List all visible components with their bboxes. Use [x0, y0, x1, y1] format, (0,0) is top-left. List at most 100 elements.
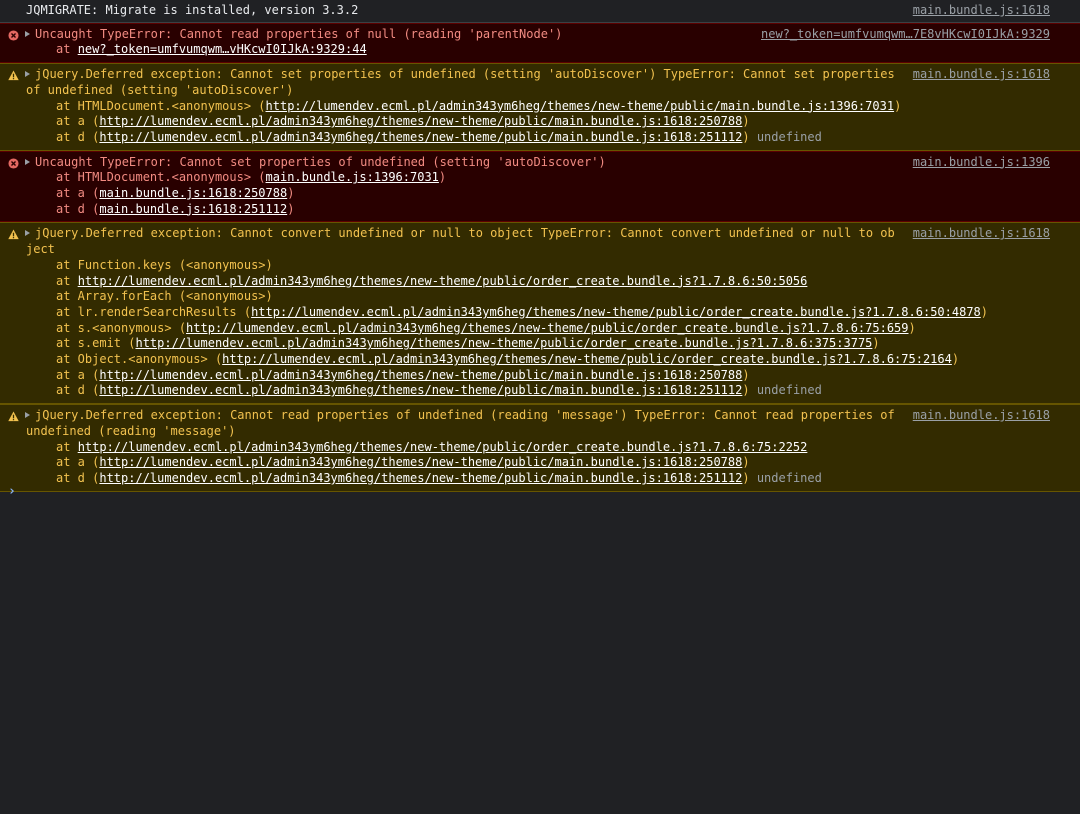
stack-frame-link[interactable]: http://lumendev.ecml.pl/admin343ym6heg/t…	[99, 383, 742, 397]
stack-frame: at http://lumendev.ecml.pl/admin343ym6he…	[26, 440, 1050, 456]
source-link[interactable]: main.bundle.js:1618	[906, 226, 1050, 243]
message-text[interactable]: jQuery.Deferred exception: Cannot conver…	[25, 226, 1050, 257]
stack-frame-suffix: )	[872, 336, 880, 351]
stack-frame-link[interactable]: http://lumendev.ecml.pl/admin343ym6heg/t…	[78, 274, 808, 288]
stack-frame-caller: at d (	[56, 383, 100, 398]
console-message-warn: main.bundle.js:1618 jQuery.Deferred excep…	[0, 222, 1080, 405]
stack-frame-link[interactable]: new?_token=umfvumqwm…vHKcwI0IJkA:9329:44	[78, 42, 367, 56]
stack-frame-link[interactable]: main.bundle.js:1618:250788	[99, 186, 287, 200]
error-circle-icon	[8, 30, 19, 41]
message-text-content: JQMIGRATE: Migrate is installed, version…	[26, 3, 359, 17]
stack-frame-caller: at Function.keys (<anonymous>)	[56, 257, 273, 272]
stack-frame-suffix: )	[908, 320, 916, 335]
stack-frame-link[interactable]: http://lumendev.ecml.pl/admin343ym6heg/t…	[99, 368, 742, 382]
console-message-warn: main.bundle.js:1618 jQuery.Deferred excep…	[0, 63, 1080, 151]
stack-frame-caller: at HTMLDocument.<anonymous> (	[56, 98, 266, 113]
stack-frame-suffix: )	[894, 98, 902, 113]
stack-frame-suffix: )	[287, 201, 295, 216]
stack-frame-caller: at	[56, 273, 78, 288]
message-text-content: jQuery.Deferred exception: Cannot conver…	[26, 226, 895, 257]
stack-frame-link[interactable]: http://lumendev.ecml.pl/admin343ym6heg/t…	[78, 440, 808, 454]
expand-triangle-icon[interactable]	[25, 71, 30, 78]
stack-frame-link[interactable]: http://lumendev.ecml.pl/admin343ym6heg/t…	[99, 471, 742, 485]
message-text: JQMIGRATE: Migrate is installed, version…	[26, 3, 1050, 19]
stack-frame-suffix: )	[980, 304, 988, 319]
console-message-log: main.bundle.js:1618 JQMIGRATE: Migrate is…	[0, 0, 1080, 23]
stack-frame-caller: at	[56, 42, 78, 57]
expand-triangle-icon[interactable]	[25, 412, 30, 419]
stack-frame-caller: at lr.renderSearchResults (	[56, 304, 252, 319]
warning-triangle-icon	[8, 411, 19, 422]
expand-triangle-icon[interactable]	[25, 30, 30, 37]
source-link[interactable]: main.bundle.js:1618	[906, 408, 1050, 424]
stack-frame-caller: at d (	[56, 129, 100, 144]
stack-frame-link[interactable]: http://lumendev.ecml.pl/admin343ym6heg/t…	[99, 130, 742, 144]
stack-frame-link[interactable]: http://lumendev.ecml.pl/admin343ym6heg/t…	[99, 455, 742, 469]
expand-triangle-icon[interactable]	[25, 230, 30, 237]
stack-frame: at HTMLDocument.<anonymous> (http://lume…	[26, 99, 1050, 115]
stack-frame-suffix: )	[742, 367, 750, 382]
stack-frame-link[interactable]: http://lumendev.ecml.pl/admin343ym6heg/t…	[186, 321, 908, 335]
source-link[interactable]: new?_token=umfvumqwm…7E8vHKcwI0IJkA:9329	[755, 26, 1050, 43]
console-prompt[interactable]: ›	[8, 484, 16, 500]
stack-frame: at Object.<anonymous> (http://lumendev.e…	[26, 352, 1050, 368]
stack-frame-link[interactable]: http://lumendev.ecml.pl/admin343ym6heg/t…	[135, 336, 872, 350]
stack-frame-suffix: )	[742, 129, 750, 144]
message-text[interactable]: jQuery.Deferred exception: Cannot set pr…	[25, 67, 1050, 98]
message-text-content: jQuery.Deferred exception: Cannot set pr…	[26, 67, 902, 97]
message-text-content: Uncaught TypeError: Cannot set propertie…	[35, 154, 606, 169]
return-value-undefined: undefined	[756, 383, 822, 398]
stack-frame-link[interactable]: http://lumendev.ecml.pl/admin343ym6heg/t…	[251, 305, 981, 319]
stack-frame: at a (http://lumendev.ecml.pl/admin343ym…	[26, 368, 1050, 384]
stack-frame: at lr.renderSearchResults (http://lumend…	[26, 305, 1050, 321]
console-message-warn: main.bundle.js:1618 jQuery.Deferred excep…	[0, 404, 1080, 492]
stack-frame-caller: at a (	[56, 114, 100, 129]
stack-frame: at a (main.bundle.js:1618:250788)	[26, 186, 1050, 202]
stack-frame-caller: at HTMLDocument.<anonymous> (	[56, 170, 266, 185]
source-link[interactable]: main.bundle.js:1618	[906, 67, 1050, 83]
warning-triangle-icon	[8, 229, 19, 240]
expand-triangle-icon[interactable]	[25, 158, 30, 165]
stack-frame-suffix: )	[742, 114, 750, 129]
source-link[interactable]: main.bundle.js:1618	[906, 3, 1050, 19]
stack-frame-suffix: )	[438, 170, 447, 185]
stack-frame-caller: at Array.forEach (<anonymous>)	[56, 289, 273, 304]
return-value-undefined: undefined	[756, 129, 822, 144]
stack-frame: at Array.forEach (<anonymous>)	[26, 289, 1050, 305]
console-message-error: new?_token=umfvumqwm…7E8vHKcwI0IJkA:9329…	[0, 22, 1080, 64]
stack-frame: at d (main.bundle.js:1618:251112)	[26, 202, 1050, 218]
stack-frame-link[interactable]: main.bundle.js:1396:7031	[266, 170, 439, 184]
stack-frame-link[interactable]: http://lumendev.ecml.pl/admin343ym6heg/t…	[222, 352, 952, 366]
prompt-chevron-icon: ›	[8, 484, 16, 499]
stack-frame: at s.<anonymous> (http://lumendev.ecml.p…	[26, 321, 1050, 337]
message-text[interactable]: Uncaught TypeError: Cannot set propertie…	[25, 154, 1050, 171]
stack-frame: at s.emit (http://lumendev.ecml.pl/admin…	[26, 336, 1050, 352]
stack-frame-caller: at d (	[56, 201, 100, 216]
stack-frame-suffix: )	[742, 455, 750, 470]
stack-frame: at http://lumendev.ecml.pl/admin343ym6he…	[26, 274, 1050, 290]
message-text-content: jQuery.Deferred exception: Cannot read p…	[26, 408, 902, 438]
stack-frame-caller: at a (	[56, 455, 100, 470]
stack-frame-caller: at s.<anonymous> (	[56, 320, 187, 335]
stack-frame-caller: at d (	[56, 470, 100, 485]
stack-frame-link[interactable]: main.bundle.js:1618:251112	[99, 202, 287, 216]
stack-frame: at new?_token=umfvumqwm…vHKcwI0IJkA:9329…	[26, 42, 1050, 58]
stack-frame-link[interactable]: http://lumendev.ecml.pl/admin343ym6heg/t…	[266, 99, 895, 113]
stack-frame-caller: at a (	[56, 367, 100, 382]
stack-frame-link[interactable]: http://lumendev.ecml.pl/admin343ym6heg/t…	[99, 114, 742, 128]
message-text-content: Uncaught TypeError: Cannot read properti…	[35, 26, 563, 41]
return-value-undefined: undefined	[756, 470, 822, 485]
message-text[interactable]: jQuery.Deferred exception: Cannot read p…	[25, 408, 1050, 439]
stack-frame-suffix: )	[287, 186, 295, 201]
stack-frame-caller: at s.emit (	[56, 336, 136, 351]
stack-frame-caller: at Object.<anonymous> (	[56, 352, 223, 367]
console-panel: main.bundle.js:1618 JQMIGRATE: Migrate is…	[0, 0, 1080, 814]
warning-triangle-icon	[8, 70, 19, 81]
console-message-error: main.bundle.js:1396 Uncaught TypeError: C…	[0, 150, 1080, 223]
stack-frame: at a (http://lumendev.ecml.pl/admin343ym…	[26, 455, 1050, 471]
stack-frame-suffix: )	[742, 383, 750, 398]
source-link[interactable]: main.bundle.js:1396	[906, 154, 1050, 171]
stack-frame-suffix: )	[742, 470, 750, 485]
stack-frame-caller: at	[56, 439, 78, 454]
stack-frame: at d (http://lumendev.ecml.pl/admin343ym…	[26, 471, 1050, 487]
